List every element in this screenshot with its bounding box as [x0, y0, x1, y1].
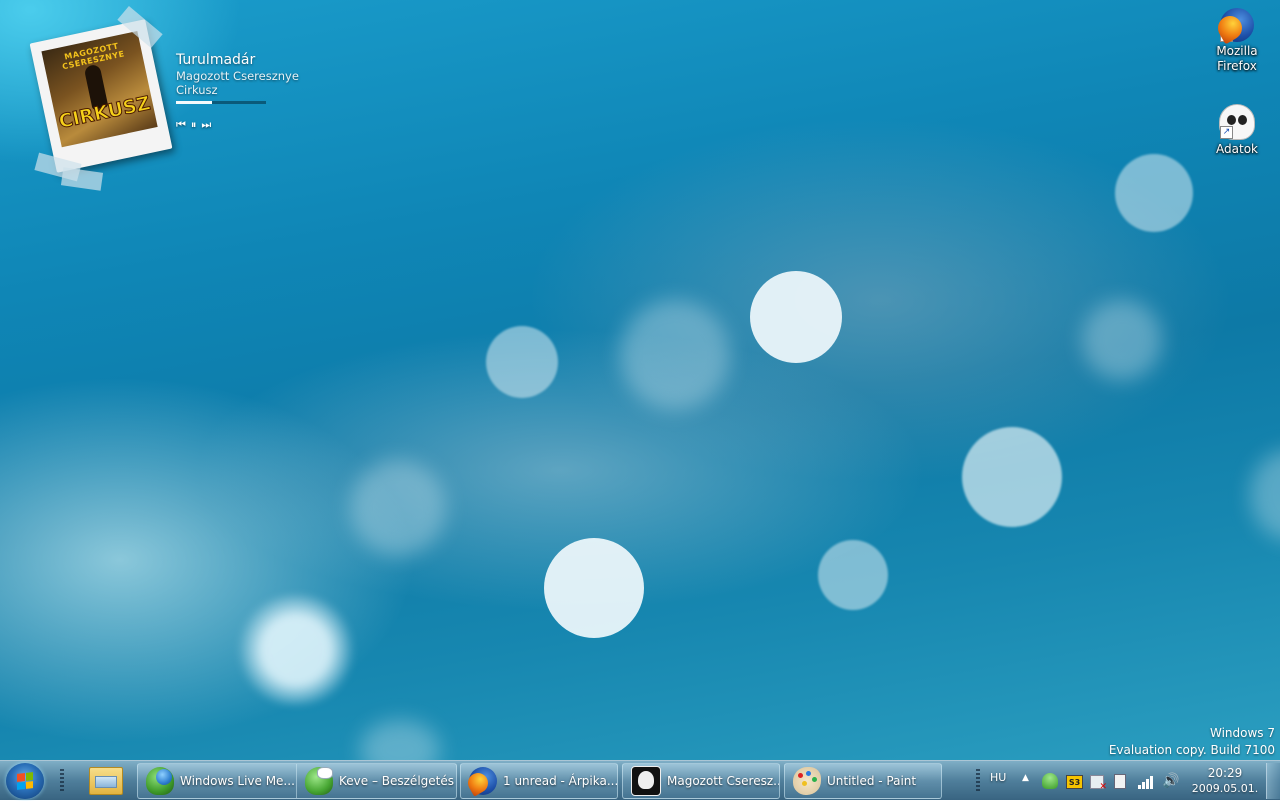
track-title: Turulmadár [176, 52, 256, 68]
signal-icon[interactable] [1138, 773, 1154, 789]
language-indicator[interactable]: HU [990, 771, 1006, 784]
wallpaper-bokeh [1115, 154, 1193, 232]
watermark-os-name: Windows 7 [1209, 726, 1275, 740]
clock-time: 20:29 [1207, 766, 1243, 780]
evaluation-watermark: Windows 7 Evaluation copy. Build 7100 [1109, 725, 1275, 759]
skull-icon: ↗ [1219, 104, 1255, 140]
desktop-icon-label: Adatok [1216, 142, 1258, 156]
taskbar-group-paint: Untitled - Paint [784, 763, 942, 799]
wallpaper-bokeh [236, 594, 356, 706]
media-player-gadget: MAGOZOTT CSERESZNYE CIRKUSZ Turulmadár M… [22, 5, 322, 191]
wallpaper-bokeh [962, 427, 1062, 527]
taskbar-button-messenger[interactable]: Windows Live Me... [138, 764, 296, 798]
show-hidden-icons-button[interactable]: ▲ [1022, 773, 1029, 783]
power-icon[interactable] [1114, 774, 1126, 789]
track-info: Turulmadár Magozott Cseresznye Cirkusz ⏮… [176, 52, 299, 132]
taskbar-button-paint[interactable]: Untitled - Paint [785, 764, 941, 798]
tray-grip[interactable] [976, 769, 980, 793]
taskbar-button-label: Windows Live Me... [180, 774, 295, 788]
previous-track-icon[interactable]: ⏮ [176, 118, 186, 132]
msn-messenger-icon [146, 767, 174, 795]
taskbar-button-label: 1 unread - Árpika... [503, 774, 617, 788]
taskbar-button-firefox[interactable]: 1 unread - Árpika... [461, 764, 617, 798]
track-artist: Magozott Cseresznye [176, 69, 299, 83]
wallpaper-bokeh [350, 460, 446, 556]
wallpaper-bokeh [544, 538, 644, 638]
wallpaper-bokeh [486, 326, 558, 398]
start-button[interactable] [6, 763, 44, 799]
wallpaper-bokeh [620, 300, 730, 410]
msn-status-icon[interactable] [1042, 773, 1058, 789]
track-album: Cirkusz [176, 83, 218, 97]
pause-icon[interactable]: ⏸ [191, 118, 196, 132]
msn-chat-icon [305, 767, 333, 795]
wallpaper-bokeh [360, 720, 440, 760]
taskbar-group-firefox: 1 unread - Árpika... [460, 763, 618, 799]
desktop-icon-adatok[interactable]: ↗ Adatok [1207, 104, 1267, 157]
taskbar-group-media-player: Magozott Cseresz... [622, 763, 780, 799]
explorer-folder-icon [89, 767, 123, 795]
taskbar: Windows Live Me... Keve – Beszélgetés 1 … [0, 760, 1280, 800]
network-error-icon[interactable] [1090, 775, 1107, 792]
firefox-icon: ↗ [1220, 8, 1254, 42]
taskbar-button-media-player[interactable]: Magozott Cseresz... [623, 764, 779, 798]
album-art: MAGOZOTT CSERESZNYE CIRKUSZ [41, 31, 158, 148]
desktop-icon-firefox[interactable]: ↗ Mozilla Firefox [1207, 8, 1267, 74]
next-track-icon[interactable]: ⏭ [201, 118, 211, 132]
clock[interactable]: 20:29 2009.05.01. [1190, 765, 1260, 797]
clock-date: 2009.05.01. [1191, 782, 1259, 795]
shortcut-arrow-icon: ↗ [1220, 29, 1233, 42]
watermark-build: Evaluation copy. Build 7100 [1108, 743, 1275, 757]
desktop-wallpaper: MAGOZOTT CSERESZNYE CIRKUSZ Turulmadár M… [0, 0, 1280, 760]
firefox-icon [469, 767, 497, 795]
taskbar-button-label: Untitled - Paint [827, 774, 917, 788]
shortcut-arrow-icon: ↗ [1220, 126, 1233, 139]
taskbar-group-messenger: Windows Live Me... Keve – Beszélgetés [137, 763, 457, 799]
paint-icon [793, 767, 821, 795]
playback-progress-bar[interactable] [176, 101, 266, 104]
volume-icon[interactable]: 🔊 [1162, 773, 1179, 789]
taskbar-button-label: Magozott Cseresz... [667, 774, 779, 788]
taskbar-button-chat[interactable]: Keve – Beszélgetés [296, 764, 457, 798]
s3-icon[interactable]: S3 [1066, 775, 1083, 789]
tape-decoration [60, 167, 104, 191]
show-desktop-button[interactable] [1266, 763, 1280, 799]
system-tray: HU ▲ S3 🔊 20:29 2009.05.01. [976, 761, 1280, 801]
playback-progress-fill [176, 101, 212, 104]
wallpaper-bokeh [1250, 450, 1280, 540]
wallpaper-bokeh [818, 540, 888, 610]
desktop-icon-label: Mozilla Firefox [1216, 44, 1258, 73]
taskbar-button-label: Keve – Beszélgetés [339, 774, 454, 788]
playback-controls: ⏮ ⏸ ⏭ [176, 118, 299, 132]
windows-logo-icon [17, 772, 33, 790]
taskbar-grip[interactable] [60, 769, 64, 793]
skull-icon [631, 766, 661, 796]
wallpaper-bokeh [1082, 300, 1162, 380]
wallpaper-bokeh [750, 271, 842, 363]
pinned-explorer-button[interactable] [80, 763, 130, 799]
